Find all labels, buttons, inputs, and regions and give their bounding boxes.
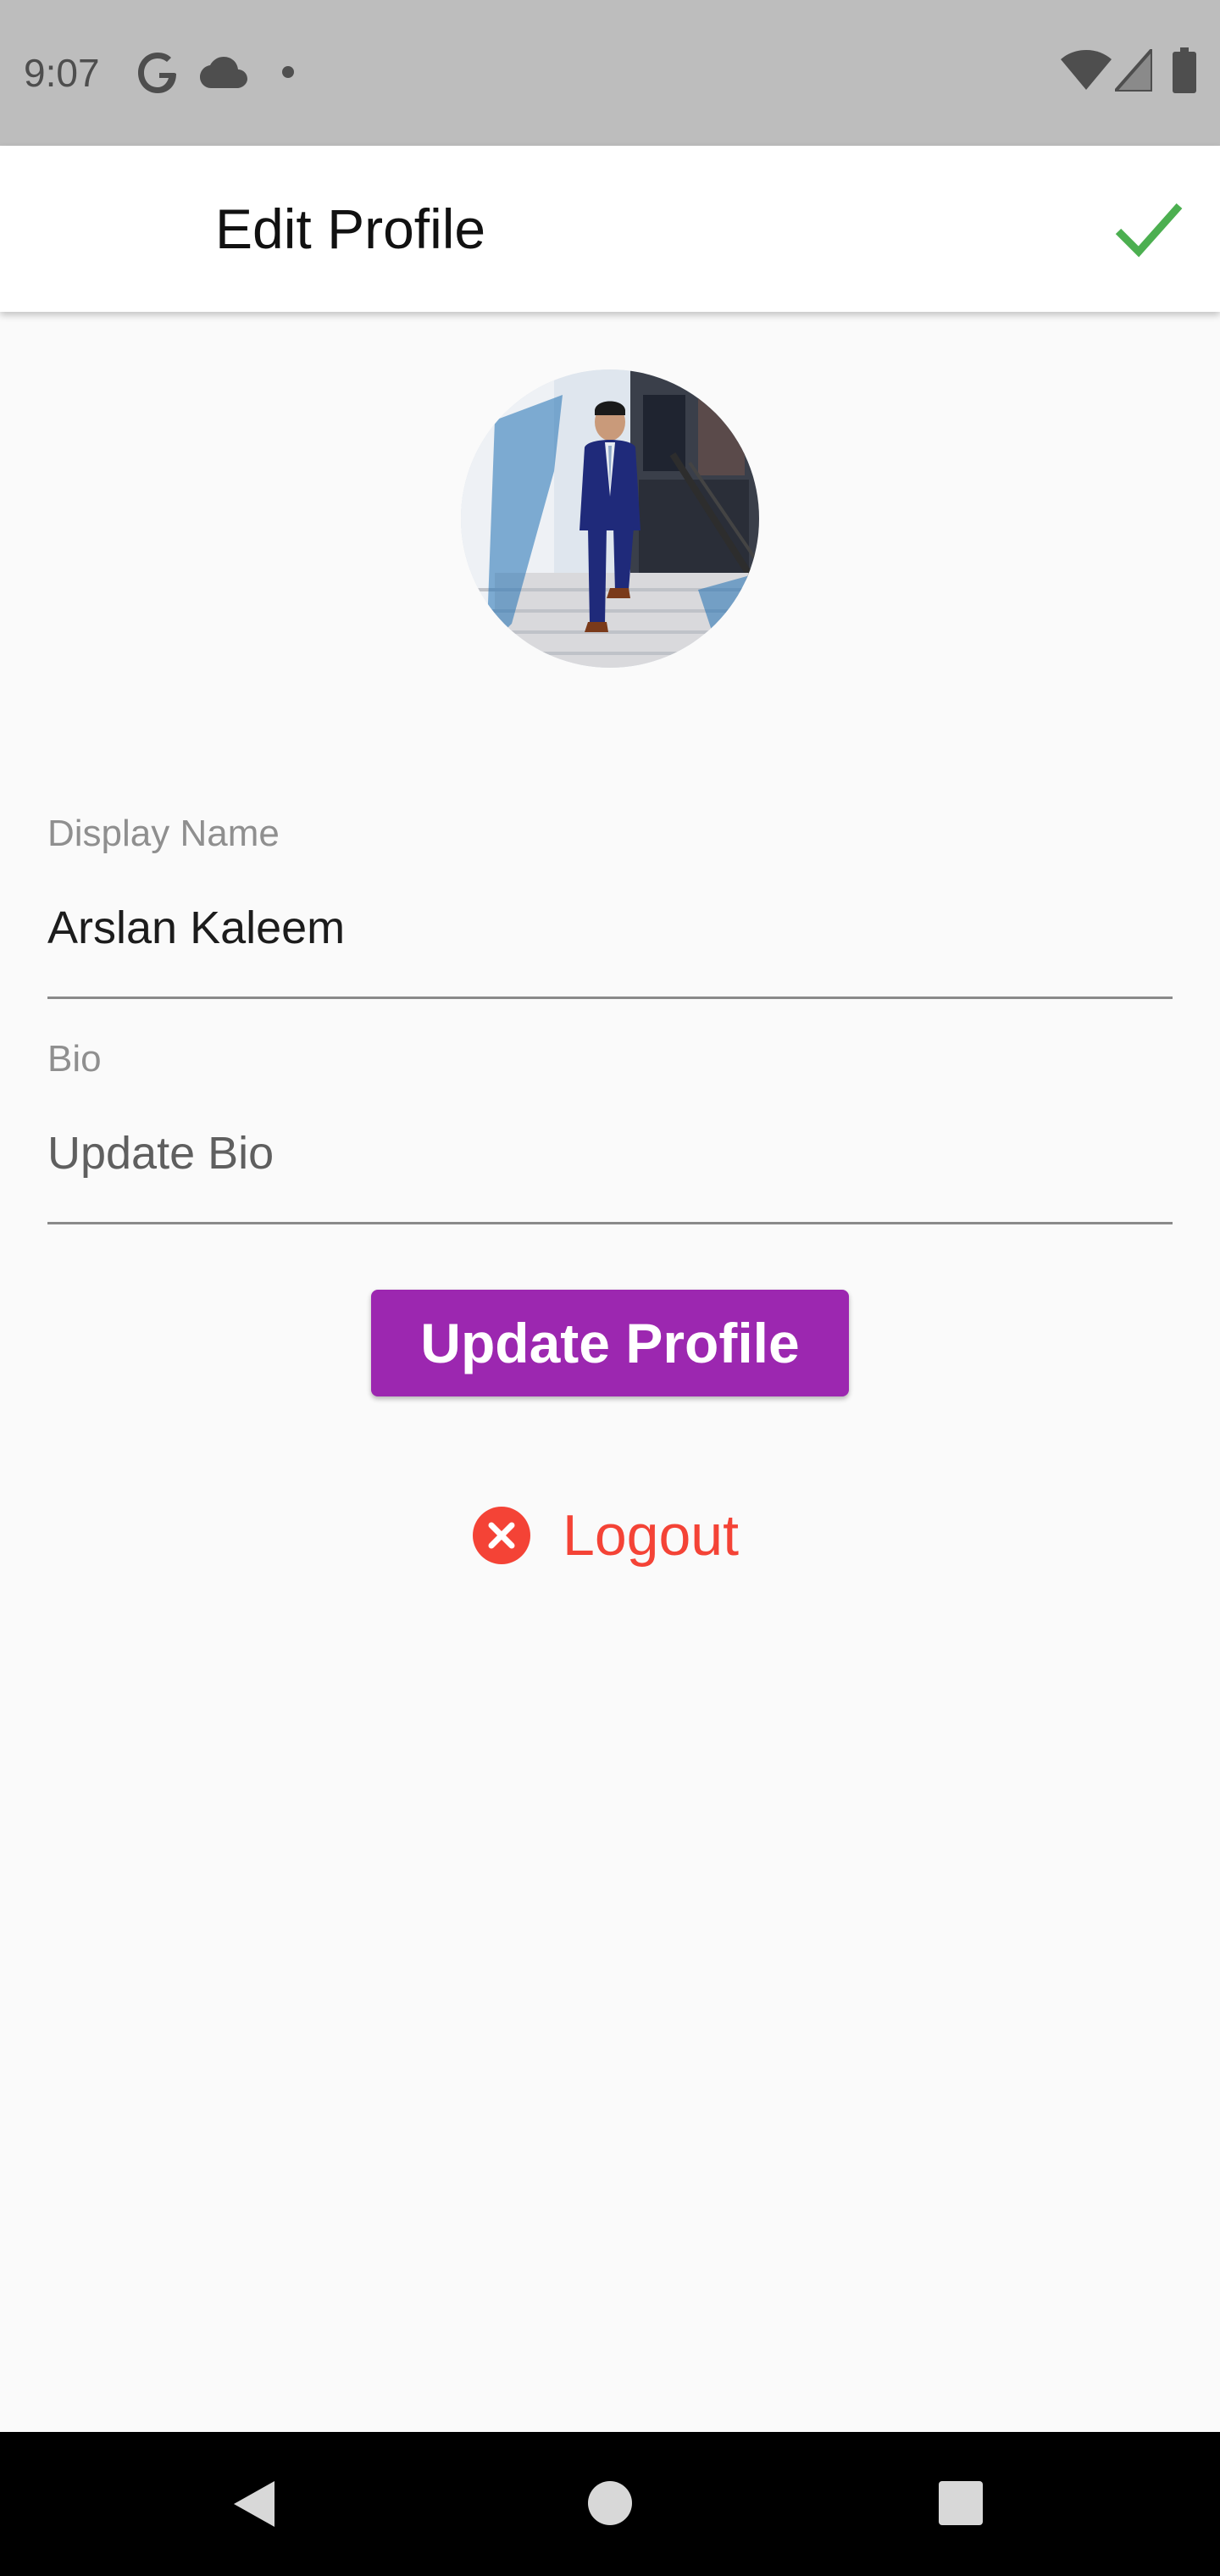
notification-dot-icon (282, 66, 294, 78)
display-name-input[interactable]: Arslan Kaleem (47, 898, 345, 958)
home-icon[interactable] (588, 2481, 632, 2525)
bio-label: Bio (47, 1038, 102, 1080)
avatar[interactable] (461, 369, 759, 668)
page-title: Edit Profile (215, 197, 486, 260)
battery-icon (1173, 47, 1196, 93)
save-check-button[interactable] (1108, 188, 1190, 269)
signal-icon (1115, 49, 1152, 92)
status-time: 9:07 (24, 51, 100, 95)
wifi-icon (1061, 50, 1112, 90)
cloud-icon (200, 57, 247, 88)
edit-profile-screen: 9:07 Edit Profile Display Name Arslan Ka… (0, 0, 1220, 2576)
display-name-underline (47, 997, 1173, 999)
profile-photo (461, 369, 759, 668)
bio-underline (47, 1222, 1173, 1224)
logout-button[interactable]: Logout (471, 1500, 739, 1571)
bio-input[interactable]: Update Bio (47, 1124, 274, 1183)
logout-label: Logout (563, 1503, 739, 1568)
back-icon[interactable] (230, 2478, 278, 2530)
system-nav-bar (0, 2432, 1220, 2576)
display-name-label: Display Name (47, 813, 280, 854)
status-bar: 9:07 (0, 0, 1220, 146)
recents-icon[interactable] (939, 2481, 983, 2525)
check-icon (1115, 203, 1183, 258)
google-g-icon (138, 53, 176, 93)
update-profile-button[interactable]: Update Profile (371, 1290, 849, 1396)
app-bar: Edit Profile (0, 146, 1220, 312)
cancel-icon (473, 1507, 530, 1564)
